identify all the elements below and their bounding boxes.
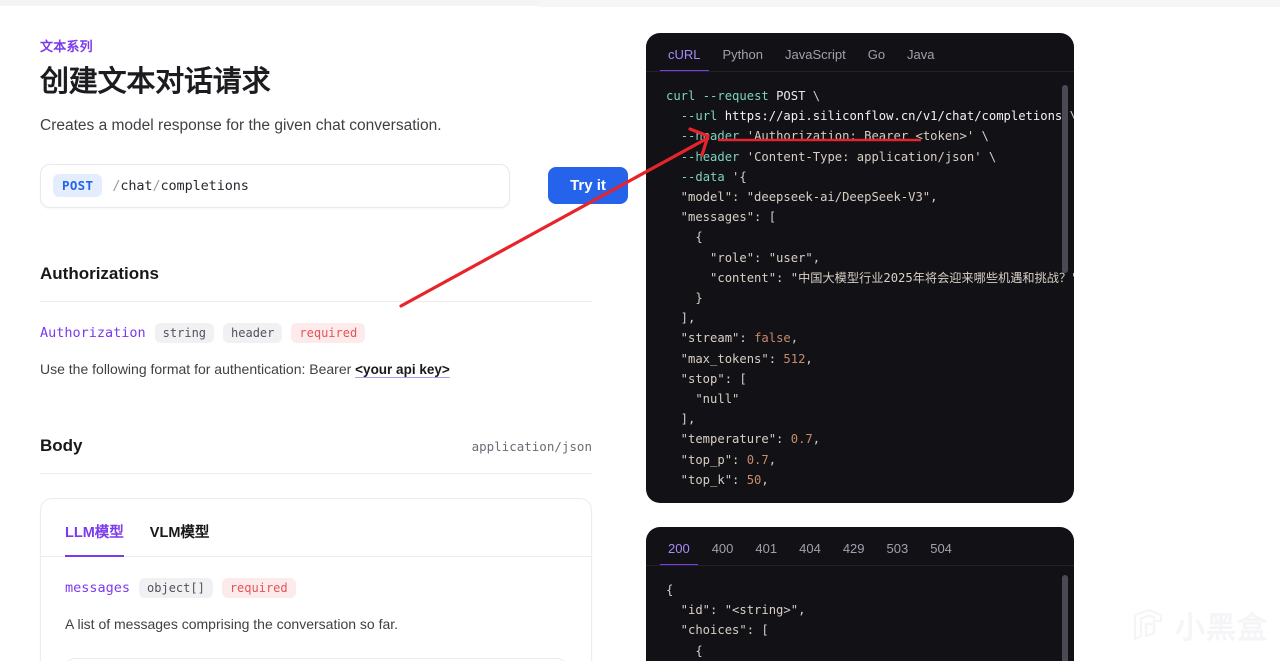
endpoint-row: POST /chat/completions Try it (40, 163, 628, 208)
tab-vlm-model[interactable]: VLM模型 (150, 521, 210, 556)
response-tab-429[interactable]: 429 (843, 541, 865, 566)
body-divider (40, 473, 592, 475)
page-title: 创建文本对话请求 (40, 66, 271, 98)
body-heading-row: Body application/json (40, 436, 592, 456)
api-key-placeholder[interactable]: <your api key> (355, 361, 450, 378)
top-strip-secondary (540, 0, 1280, 7)
messages-param-name: messages (65, 580, 131, 597)
response-tab-400[interactable]: 400 (712, 541, 734, 566)
code-tabs-rule (646, 71, 1074, 72)
response-tab-504[interactable]: 504 (930, 541, 952, 566)
response-panel: 200 400 401 404 429 503 504 { "id": "<st… (646, 527, 1074, 661)
authorization-description: Use the following format for authenticat… (40, 359, 592, 381)
page-root: 文本系列 创建文本对话请求 Creates a model response f… (0, 0, 1280, 661)
authorization-param-name: Authorization (40, 324, 146, 341)
response-tabs-rule (646, 565, 1074, 566)
response-tab-401[interactable]: 401 (755, 541, 777, 566)
messages-description: A list of messages comprising the conver… (65, 616, 399, 633)
authorization-description-text: Use the following format for authenticat… (40, 360, 356, 377)
code-sample-text: curl --request POST \ --url https://api.… (666, 89, 1074, 487)
code-scrollbar-thumb[interactable] (1062, 85, 1068, 273)
code-tab-java[interactable]: Java (907, 47, 934, 72)
code-language-tabs: cURL Python JavaScript Go Java (646, 33, 1074, 72)
authorization-location-chip: header (223, 322, 283, 343)
messages-type-chip: object[] (139, 578, 213, 599)
response-tab-404[interactable]: 404 (799, 541, 821, 566)
authorizations-divider (40, 300, 592, 302)
authorizations-heading-row: Authorizations (40, 264, 592, 284)
body-content-type: application/json (471, 439, 592, 455)
code-tab-javascript[interactable]: JavaScript (785, 47, 846, 72)
endpoint-box[interactable]: POST /chat/completions (40, 163, 510, 208)
response-scrollbar-thumb[interactable] (1062, 575, 1068, 661)
documentation-column: 文本系列 创建文本对话请求 Creates a model response f… (40, 36, 628, 661)
http-method-badge: POST (53, 174, 103, 197)
authorization-type-chip: string (154, 322, 215, 343)
response-status-tabs: 200 400 401 404 429 503 504 (646, 527, 1074, 566)
response-tab-503[interactable]: 503 (887, 541, 909, 566)
authorization-required-chip: required (291, 322, 366, 343)
watermark: 小黑盒 (1129, 603, 1268, 647)
code-tab-python[interactable]: Python (723, 47, 763, 72)
xiaoheihe-logo-icon (1133, 608, 1163, 641)
path-segment-chat: chat (120, 177, 153, 194)
code-tab-go[interactable]: Go (868, 47, 885, 72)
body-card: LLM模型 VLM模型 messages object[] required A… (40, 498, 592, 661)
tab-llm-model[interactable]: LLM模型 (65, 521, 124, 558)
authorizations-heading: Authorizations (40, 263, 159, 283)
code-sample-panel: cURL Python JavaScript Go Java curl --re… (646, 33, 1074, 503)
path-separator-2: / (152, 177, 161, 194)
code-tab-curl[interactable]: cURL (660, 47, 708, 72)
messages-param-row: messages object[] required (65, 578, 567, 599)
messages-required-chip: required (221, 578, 296, 599)
response-sample-text: { "id": "<string>", "choices": [ { (666, 583, 806, 658)
path-segment-completions: completions (160, 177, 249, 194)
body-heading: Body (40, 436, 83, 456)
response-tab-200[interactable]: 200 (660, 541, 698, 566)
endpoint-path: /chat/completions (112, 178, 249, 194)
body-model-tabs: LLM模型 VLM模型 (65, 499, 567, 558)
try-it-button[interactable]: Try it (548, 166, 628, 204)
authorization-param-row: Authorization string header required (40, 322, 592, 343)
breadcrumb[interactable]: 文本系列 (40, 36, 592, 55)
page-subtitle: Creates a model response for the given c… (40, 117, 442, 135)
watermark-text: 小黑盒 (1175, 612, 1268, 645)
